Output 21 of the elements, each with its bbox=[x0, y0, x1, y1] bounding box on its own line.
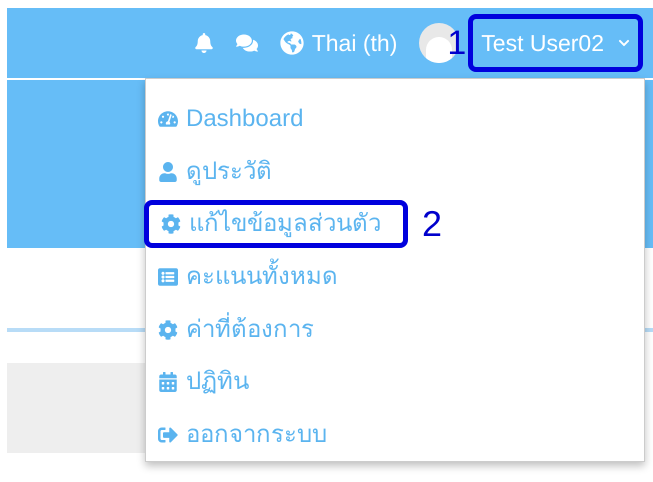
menu-item[interactable]: ปฏิทิน bbox=[146, 358, 271, 406]
gear-icon bbox=[158, 320, 178, 340]
globe-icon[interactable] bbox=[280, 31, 304, 55]
menu-item[interactable]: Dashboard bbox=[146, 95, 326, 144]
user-icon bbox=[158, 162, 178, 182]
sign-out-icon bbox=[158, 424, 178, 445]
calendar-icon bbox=[158, 372, 178, 392]
bell-icon[interactable] bbox=[194, 33, 214, 53]
menu-item[interactable]: ออกจากระบบ bbox=[146, 410, 349, 459]
language-link[interactable]: Thai (th) bbox=[312, 26, 398, 60]
dashboard-icon bbox=[158, 109, 178, 130]
annotation-number: 2 bbox=[422, 206, 442, 242]
menu-item[interactable]: แก้ไขข้อมูลส่วนตัว bbox=[144, 200, 408, 248]
list-icon bbox=[158, 267, 178, 288]
chat-icon[interactable] bbox=[236, 33, 258, 53]
gear-icon bbox=[161, 214, 181, 234]
chevron-icon bbox=[618, 37, 630, 49]
user-menu-button[interactable]: Test User02 bbox=[468, 14, 643, 72]
menu-item[interactable]: คะแนนทั้งหมด bbox=[146, 253, 360, 302]
menu-item[interactable]: ดูประวัติ bbox=[146, 148, 294, 196]
menu-item[interactable]: ค่าที่ต้องการ bbox=[146, 306, 336, 354]
